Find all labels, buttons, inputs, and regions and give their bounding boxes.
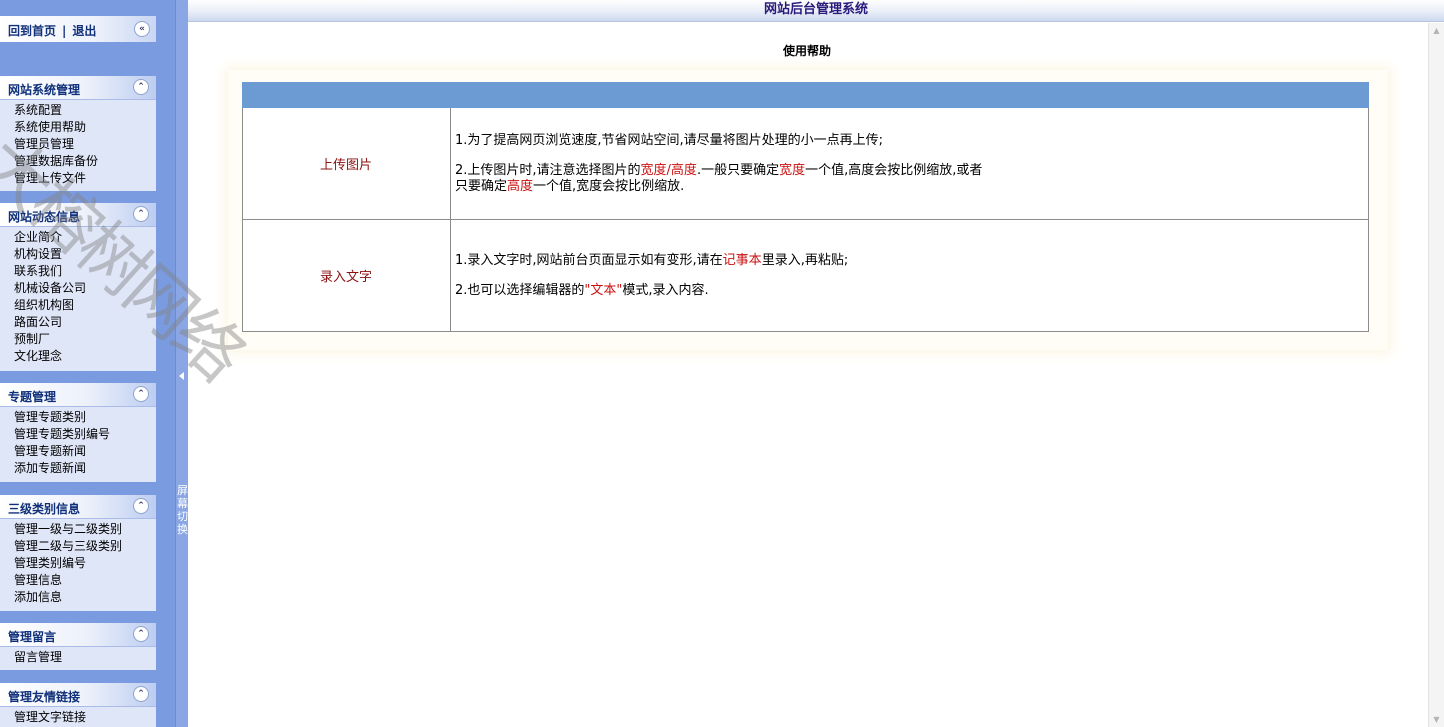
- link-separator: |: [62, 24, 67, 38]
- menu-title: 管理留言: [8, 630, 57, 644]
- menu-item-manage-info[interactable]: 管理信息: [0, 572, 156, 589]
- menu-item-system-config[interactable]: 系统配置: [0, 102, 156, 119]
- menu-header-three-level[interactable]: 三级类别信息 ⌃: [0, 495, 156, 519]
- menu-item-system-help[interactable]: 系统使用帮助: [0, 119, 156, 136]
- chevron-up-icon[interactable]: ⌃: [133, 686, 149, 702]
- menu-item-upload-files[interactable]: 管理上传文件: [0, 170, 156, 187]
- main-content: 网站后台管理系统 使用帮助 上传图片 1.为了提高网页浏览速度,节省网站空间,请…: [188, 0, 1444, 727]
- help-line: 2.上传图片时,请注意选择图片的宽度/高度.一般只要确定宽度一个值,高度会按比例…: [455, 162, 983, 194]
- menu-item-add-topic-news[interactable]: 添加专题新闻: [0, 460, 156, 477]
- help-panel: 上传图片 1.为了提高网页浏览速度,节省网站空间,请尽量将图片处理的小一点再上传…: [228, 70, 1388, 350]
- menu-item-level1-2[interactable]: 管理一级与二级类别: [0, 521, 156, 538]
- app-title: 网站后台管理系统: [763, 2, 868, 17]
- menu-item-topic-news[interactable]: 管理专题新闻: [0, 443, 156, 460]
- menu-item-topic-category-codes[interactable]: 管理专题类别编号: [0, 426, 156, 443]
- menu-header-system[interactable]: 网站系统管理 ⌃: [0, 76, 156, 100]
- help-line: 1.录入文字时,网站前台页面显示如有变形,请在记事本里录入,再粘贴;: [455, 252, 849, 268]
- menu-messages: 管理留言 ⌃ 留言管理: [0, 623, 156, 670]
- chevron-up-icon[interactable]: ⌃: [133, 626, 149, 642]
- menu-topics: 专题管理 ⌃ 管理专题类别 管理专题类别编号 管理专题新闻 添加专题新闻: [0, 383, 156, 482]
- app-titlebar: 网站后台管理系统: [188, 0, 1444, 22]
- menu-item-org-setup[interactable]: 机构设置: [0, 246, 156, 263]
- menu-item-admin-manage[interactable]: 管理员管理: [0, 136, 156, 153]
- menu-title: 三级类别信息: [8, 502, 81, 516]
- collapse-sidebar-icon[interactable]: «: [134, 21, 150, 37]
- menu-item-level2-3[interactable]: 管理二级与三级类别: [0, 538, 156, 555]
- menu-title: 专题管理: [8, 390, 57, 404]
- table-header-cell: [242, 82, 1369, 108]
- admin-layout: 回到首页 | 退出 « 网站系统管理 ⌃ 系统配置 系统使用帮助 管理员管理 管理数…: [0, 0, 1444, 727]
- page-title: 使用帮助: [782, 44, 831, 58]
- chevron-up-icon[interactable]: ⌃: [133, 79, 149, 95]
- menu-item-topic-categories[interactable]: 管理专题类别: [0, 409, 156, 426]
- menu-item-culture[interactable]: 文化理念: [0, 348, 156, 365]
- help-table: 上传图片 1.为了提高网页浏览速度,节省网站空间,请尽量将图片处理的小一点再上传…: [242, 82, 1369, 332]
- row-label-upload-image: 上传图片: [242, 107, 451, 220]
- menu-item-db-backup[interactable]: 管理数据库备份: [0, 153, 156, 170]
- menu-item-precast-factory[interactable]: 预制厂: [0, 331, 156, 348]
- logout-link[interactable]: 退出: [72, 24, 96, 38]
- table-row: 上传图片 1.为了提高网页浏览速度,节省网站空间,请尽量将图片处理的小一点再上传…: [242, 107, 1369, 220]
- top-links-box: 回到首页 | 退出 «: [0, 16, 156, 42]
- row-desc-upload-image: 1.为了提高网页浏览速度,节省网站空间,请尽量将图片处理的小一点再上传; 2.上…: [450, 107, 1369, 220]
- menu-header-friend-links[interactable]: 管理友情链接 ⌃: [0, 683, 156, 707]
- top-links: 回到首页 | 退出: [8, 22, 96, 39]
- help-line: 2.也可以选择编辑器的"文本"模式,录入内容.: [455, 282, 709, 298]
- scroll-up-icon[interactable]: ▲: [1429, 23, 1444, 38]
- vertical-scrollbar[interactable]: ▲ ▼: [1428, 23, 1444, 727]
- menu-item-contact[interactable]: 联系我们: [0, 263, 156, 280]
- menu-three-level: 三级类别信息 ⌃ 管理一级与二级类别 管理二级与三级类别 管理类别编号 管理信息…: [0, 495, 156, 611]
- menu-header-topics[interactable]: 专题管理 ⌃: [0, 383, 156, 407]
- chevron-up-icon[interactable]: ⌃: [133, 386, 149, 402]
- screen-toggle-splitter[interactable]: 屏幕切换: [175, 0, 188, 727]
- menu-item-road-company[interactable]: 路面公司: [0, 314, 156, 331]
- menu-item-message-manage[interactable]: 留言管理: [0, 649, 156, 666]
- menu-header-messages[interactable]: 管理留言 ⌃: [0, 623, 156, 647]
- chevron-up-icon[interactable]: ⌃: [133, 206, 149, 222]
- menu-system: 网站系统管理 ⌃ 系统配置 系统使用帮助 管理员管理 管理数据库备份 管理上传文…: [0, 76, 156, 191]
- home-link[interactable]: 回到首页: [8, 24, 56, 38]
- menu-item-text-links[interactable]: 管理文字链接: [0, 709, 156, 726]
- row-label-enter-text: 录入文字: [242, 219, 451, 332]
- sidebar: 回到首页 | 退出 « 网站系统管理 ⌃ 系统配置 系统使用帮助 管理员管理 管理数…: [0, 0, 175, 727]
- menu-dynamic-info: 网站动态信息 ⌃ 企业简介 机构设置 联系我们 机械设备公司 组织机构图 路面公…: [0, 203, 156, 371]
- menu-item-machinery[interactable]: 机械设备公司: [0, 280, 156, 297]
- menu-item-add-info[interactable]: 添加信息: [0, 589, 156, 606]
- chevron-up-icon[interactable]: ⌃: [133, 498, 149, 514]
- menu-title: 管理友情链接: [8, 690, 81, 704]
- table-header-row: [242, 82, 1369, 108]
- menu-header-dynamic-info[interactable]: 网站动态信息 ⌃: [0, 203, 156, 227]
- menu-friend-links: 管理友情链接 ⌃ 管理文字链接: [0, 683, 156, 727]
- help-line: 1.为了提高网页浏览速度,节省网站空间,请尽量将图片处理的小一点再上传;: [455, 132, 884, 148]
- menu-item-company-intro[interactable]: 企业简介: [0, 229, 156, 246]
- menu-item-category-codes[interactable]: 管理类别编号: [0, 555, 156, 572]
- scroll-down-icon[interactable]: ▼: [1429, 712, 1444, 727]
- menu-title: 网站系统管理: [8, 83, 81, 97]
- table-row: 录入文字 1.录入文字时,网站前台页面显示如有变形,请在记事本里录入,再粘贴; …: [242, 219, 1369, 332]
- arrow-left-icon[interactable]: [179, 372, 184, 380]
- menu-item-org-chart[interactable]: 组织机构图: [0, 297, 156, 314]
- row-desc-enter-text: 1.录入文字时,网站前台页面显示如有变形,请在记事本里录入,再粘贴; 2.也可以…: [450, 219, 1369, 332]
- menu-title: 网站动态信息: [8, 210, 81, 224]
